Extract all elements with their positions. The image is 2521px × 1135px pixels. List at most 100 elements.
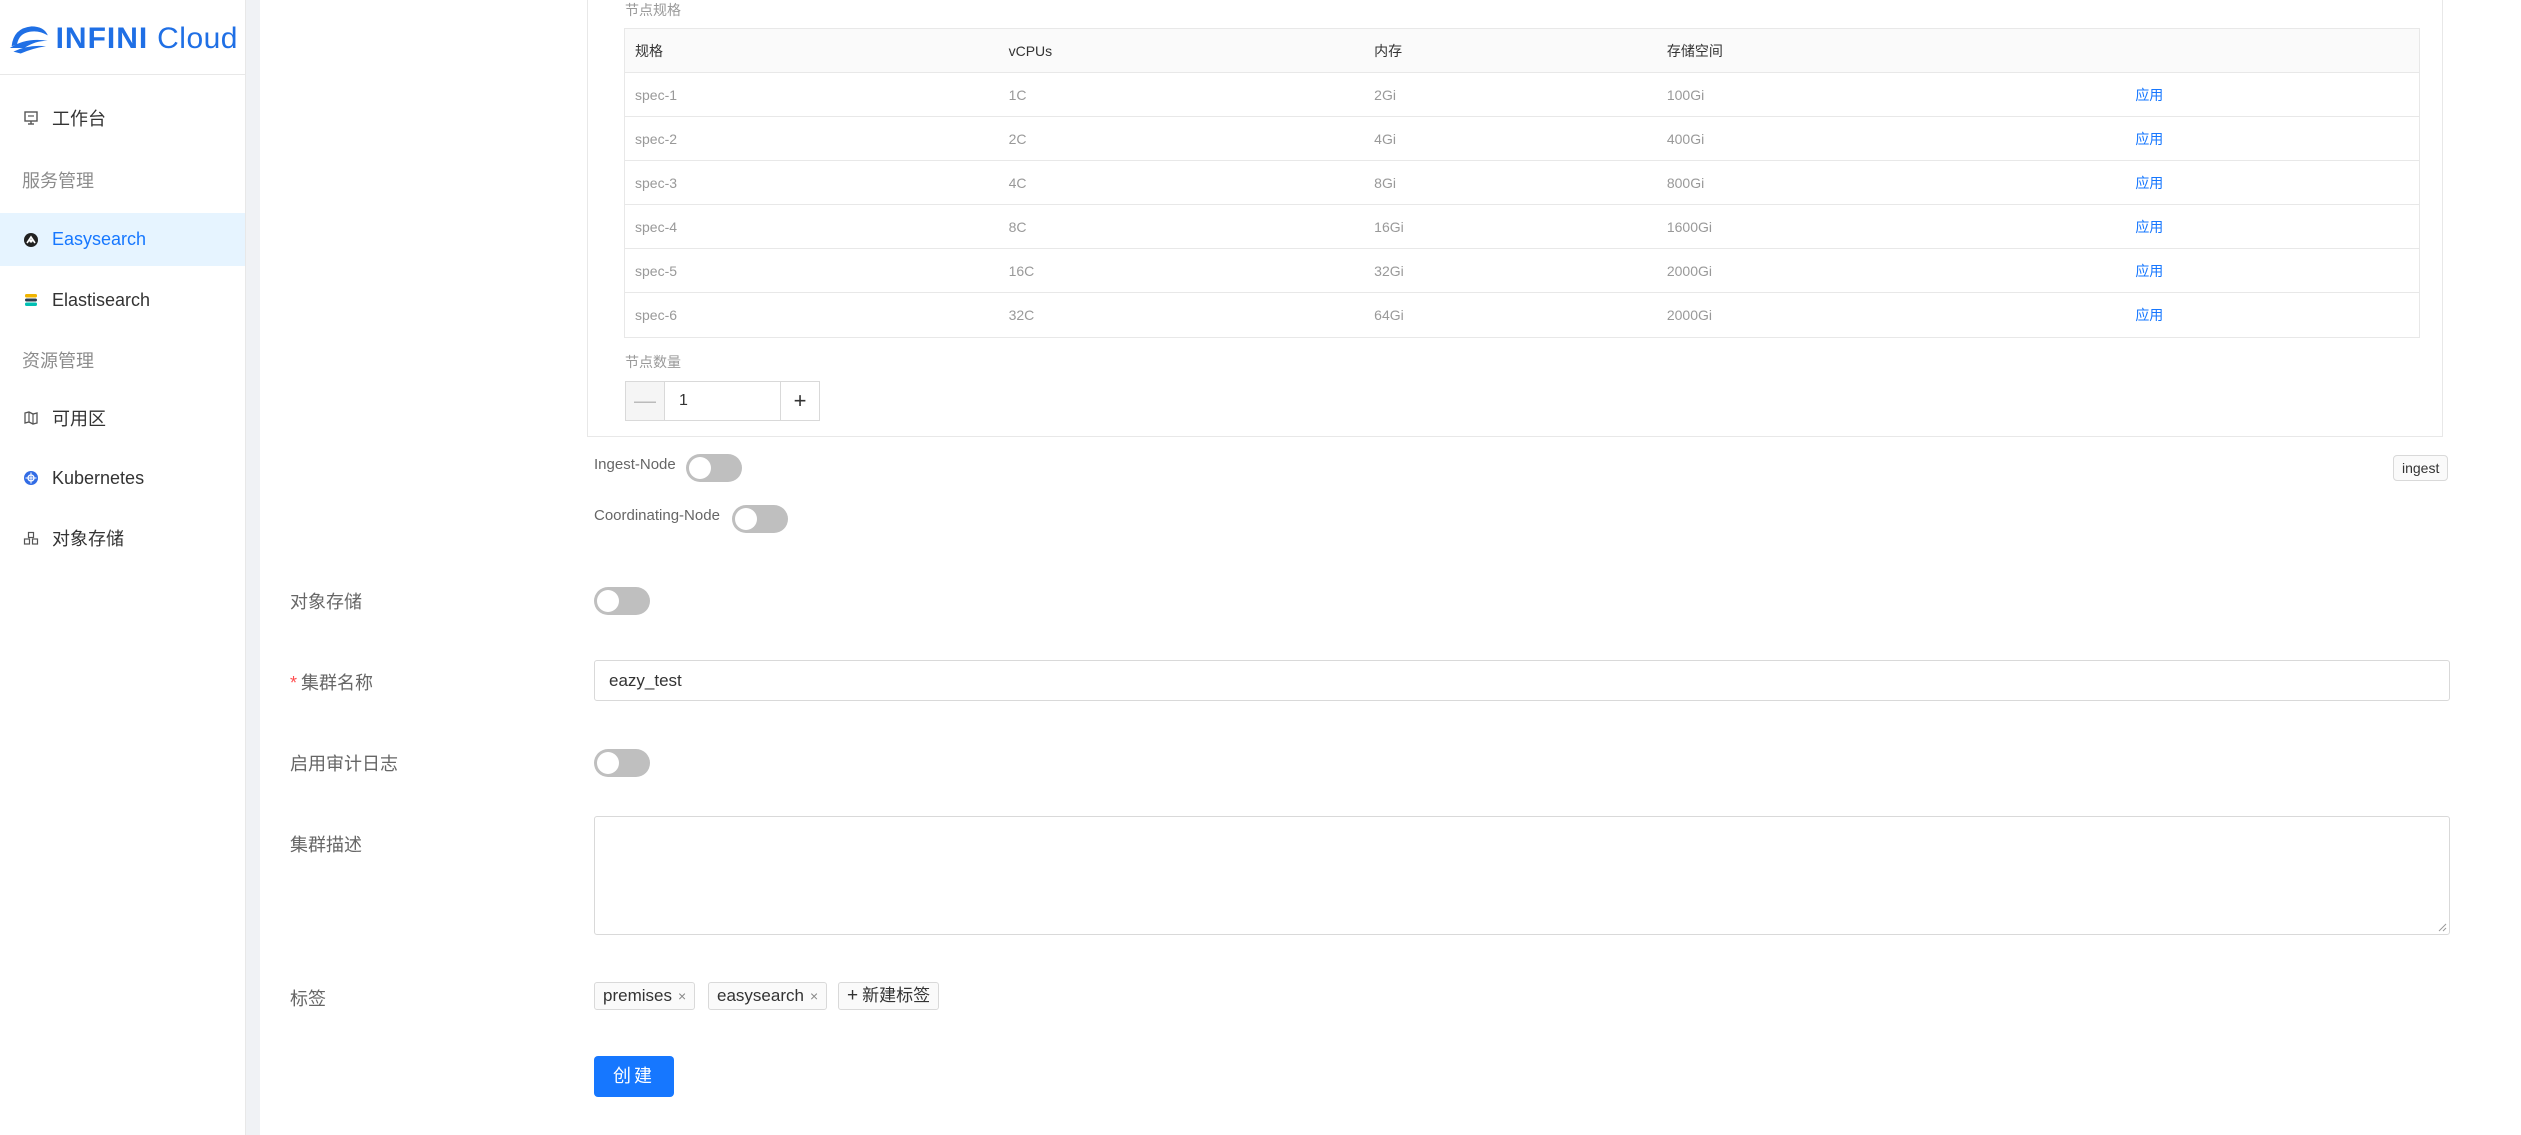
ingest-node-toggle[interactable] bbox=[686, 454, 742, 482]
description-textarea[interactable] bbox=[594, 816, 2450, 935]
sidebar-item-label: Easysearch bbox=[52, 229, 147, 249]
required-marker: * bbox=[290, 673, 298, 693]
cell-spec: spec-2 bbox=[635, 130, 678, 147]
spec-title: 节点规格 bbox=[625, 2, 681, 18]
ingest-tag: ingest bbox=[2393, 455, 2449, 481]
close-icon[interactable]: × bbox=[678, 983, 686, 1009]
tags-label: 标签 bbox=[290, 989, 326, 1009]
logo-icon bbox=[9, 26, 48, 54]
infini-cloud-logo[interactable]: INFINI Cloud bbox=[8, 14, 238, 64]
cell-memory: 64Gi bbox=[1374, 307, 1404, 323]
decrement-button[interactable]: — bbox=[625, 381, 665, 421]
sidebar-item-availability-zone[interactable]: 可用区 bbox=[0, 393, 245, 443]
brand-name-light: Cloud bbox=[157, 22, 238, 55]
table-row: spec-2 2C 4Gi 400Gi 应用 bbox=[625, 117, 2419, 161]
apply-link[interactable]: 应用 bbox=[2125, 85, 2419, 105]
cell-spec: spec-1 bbox=[635, 86, 678, 103]
cell-storage: 100Gi bbox=[1666, 86, 1705, 103]
cell-memory: 4Gi bbox=[1374, 130, 1396, 147]
cell-storage: 400Gi bbox=[1666, 130, 1705, 147]
coordinating-node-label: Coordinating-Node bbox=[594, 507, 720, 524]
table-row: spec-1 1C 2Gi 100Gi 应用 bbox=[625, 73, 2419, 117]
new-tag-button[interactable]: + 新建标签 bbox=[838, 982, 940, 1010]
table-row: spec-4 8C 16Gi 1600Gi 应用 bbox=[625, 205, 2419, 249]
tag-easysearch: easysearch × bbox=[708, 982, 828, 1010]
cluster-name-label: * 集群名称 bbox=[290, 669, 373, 695]
cell-memory: 8Gi bbox=[1374, 174, 1396, 191]
table-row: spec-5 16C 32Gi 2000Gi 应用 bbox=[625, 249, 2419, 293]
increment-button[interactable]: + bbox=[780, 381, 820, 421]
sidebar-item-workbench[interactable]: 工作台 bbox=[0, 93, 245, 143]
spec-table: 规格 vCPUs 内存 存储空间 spec-1 1C 2Gi 100Gi 应用 … bbox=[624, 28, 2420, 338]
apply-link[interactable]: 应用 bbox=[2125, 305, 2419, 325]
sidebar-item-elasticsearch[interactable]: Elastisearch bbox=[0, 275, 245, 325]
plus-icon: + bbox=[847, 985, 859, 1006]
resize-handle-icon[interactable] bbox=[2437, 922, 2447, 932]
node-count-stepper: — 1 + bbox=[625, 381, 820, 421]
audit-log-toggle[interactable] bbox=[594, 749, 650, 777]
tag-label: easysearch bbox=[717, 986, 804, 1005]
elasticsearch-icon bbox=[22, 291, 40, 309]
close-icon[interactable]: × bbox=[810, 983, 818, 1009]
sidebar-item-object-storage[interactable]: 对象存储 bbox=[0, 513, 245, 563]
table-row: spec-3 4C 8Gi 800Gi 应用 bbox=[625, 161, 2419, 205]
kubernetes-icon bbox=[22, 469, 40, 487]
cluster-name-input[interactable]: eazy_test bbox=[594, 660, 2450, 701]
nav-group-service-management: 服务管理 bbox=[22, 171, 94, 191]
create-button[interactable]: 创建 bbox=[594, 1056, 674, 1097]
sidebar-item-easysearch[interactable]: Easysearch bbox=[0, 213, 245, 266]
cell-storage: 800Gi bbox=[1666, 174, 1705, 191]
node-count-label: 节点数量 bbox=[625, 354, 681, 370]
header-storage: 存储空间 bbox=[1666, 42, 1723, 59]
sidebar-item-label: 可用区 bbox=[52, 409, 106, 429]
cell-spec: spec-6 bbox=[635, 307, 678, 323]
cell-vcpus: 32C bbox=[1008, 307, 1035, 323]
tag-label: premises bbox=[603, 986, 672, 1005]
easysearch-icon bbox=[22, 231, 40, 249]
header-spec: 规格 bbox=[635, 42, 663, 59]
cell-spec: spec-4 bbox=[635, 218, 678, 235]
object-storage-toggle[interactable] bbox=[594, 587, 650, 615]
sidebar-divider bbox=[245, 0, 260, 1135]
table-header-row: 规格 vCPUs 内存 存储空间 bbox=[625, 29, 2419, 73]
audit-log-label: 启用审计日志 bbox=[290, 754, 398, 774]
nav-group-resource-management: 资源管理 bbox=[22, 351, 94, 371]
apply-link[interactable]: 应用 bbox=[2125, 217, 2419, 237]
sidebar-item-label: Kubernetes bbox=[52, 467, 145, 488]
table-row: spec-6 32C 64Gi 2000Gi 应用 bbox=[625, 293, 2419, 337]
cell-spec: spec-3 bbox=[635, 174, 678, 191]
node-count-input[interactable]: 1 bbox=[665, 381, 780, 421]
cell-vcpus: 4C bbox=[1008, 174, 1027, 191]
ingest-node-label: Ingest-Node bbox=[594, 456, 676, 473]
description-label: 集群描述 bbox=[290, 835, 362, 855]
new-tag-label: 新建标签 bbox=[862, 986, 931, 1005]
cell-storage: 2000Gi bbox=[1666, 307, 1712, 323]
cell-vcpus: 16C bbox=[1008, 262, 1035, 279]
sidebar-item-label: 工作台 bbox=[52, 109, 106, 129]
sidebar-item-kubernetes[interactable]: Kubernetes bbox=[0, 453, 245, 503]
cell-storage: 2000Gi bbox=[1666, 262, 1712, 279]
cell-memory: 16Gi bbox=[1374, 218, 1404, 235]
cell-vcpus: 1C bbox=[1008, 86, 1027, 103]
header-vcpus: vCPUs bbox=[1008, 42, 1053, 59]
brand-name: INFINI Cloud bbox=[56, 22, 238, 56]
cell-vcpus: 8C bbox=[1008, 218, 1027, 235]
cell-memory: 32Gi bbox=[1374, 262, 1404, 279]
cell-storage: 1600Gi bbox=[1666, 218, 1712, 235]
workbench-icon bbox=[22, 109, 40, 127]
tag-premises: premises × bbox=[594, 982, 696, 1010]
sidebar-item-label: Elastisearch bbox=[52, 289, 151, 310]
sidebar-item-label: 对象存储 bbox=[52, 529, 124, 549]
cell-spec: spec-5 bbox=[635, 262, 678, 279]
apply-link[interactable]: 应用 bbox=[2125, 261, 2419, 281]
logo-divider bbox=[0, 74, 245, 75]
brand-name-bold: INFINI bbox=[55, 22, 149, 55]
storage-icon bbox=[22, 529, 40, 547]
sidebar: INFINI Cloud 工作台 服务管理 Easysearch Elastis… bbox=[0, 0, 245, 1135]
object-storage-label: 对象存储 bbox=[290, 592, 362, 612]
coordinating-node-toggle[interactable] bbox=[732, 505, 788, 533]
apply-link[interactable]: 应用 bbox=[2125, 173, 2419, 193]
map-icon bbox=[22, 409, 40, 427]
apply-link[interactable]: 应用 bbox=[2125, 129, 2419, 149]
cluster-name-label-text: 集群名称 bbox=[301, 673, 374, 693]
